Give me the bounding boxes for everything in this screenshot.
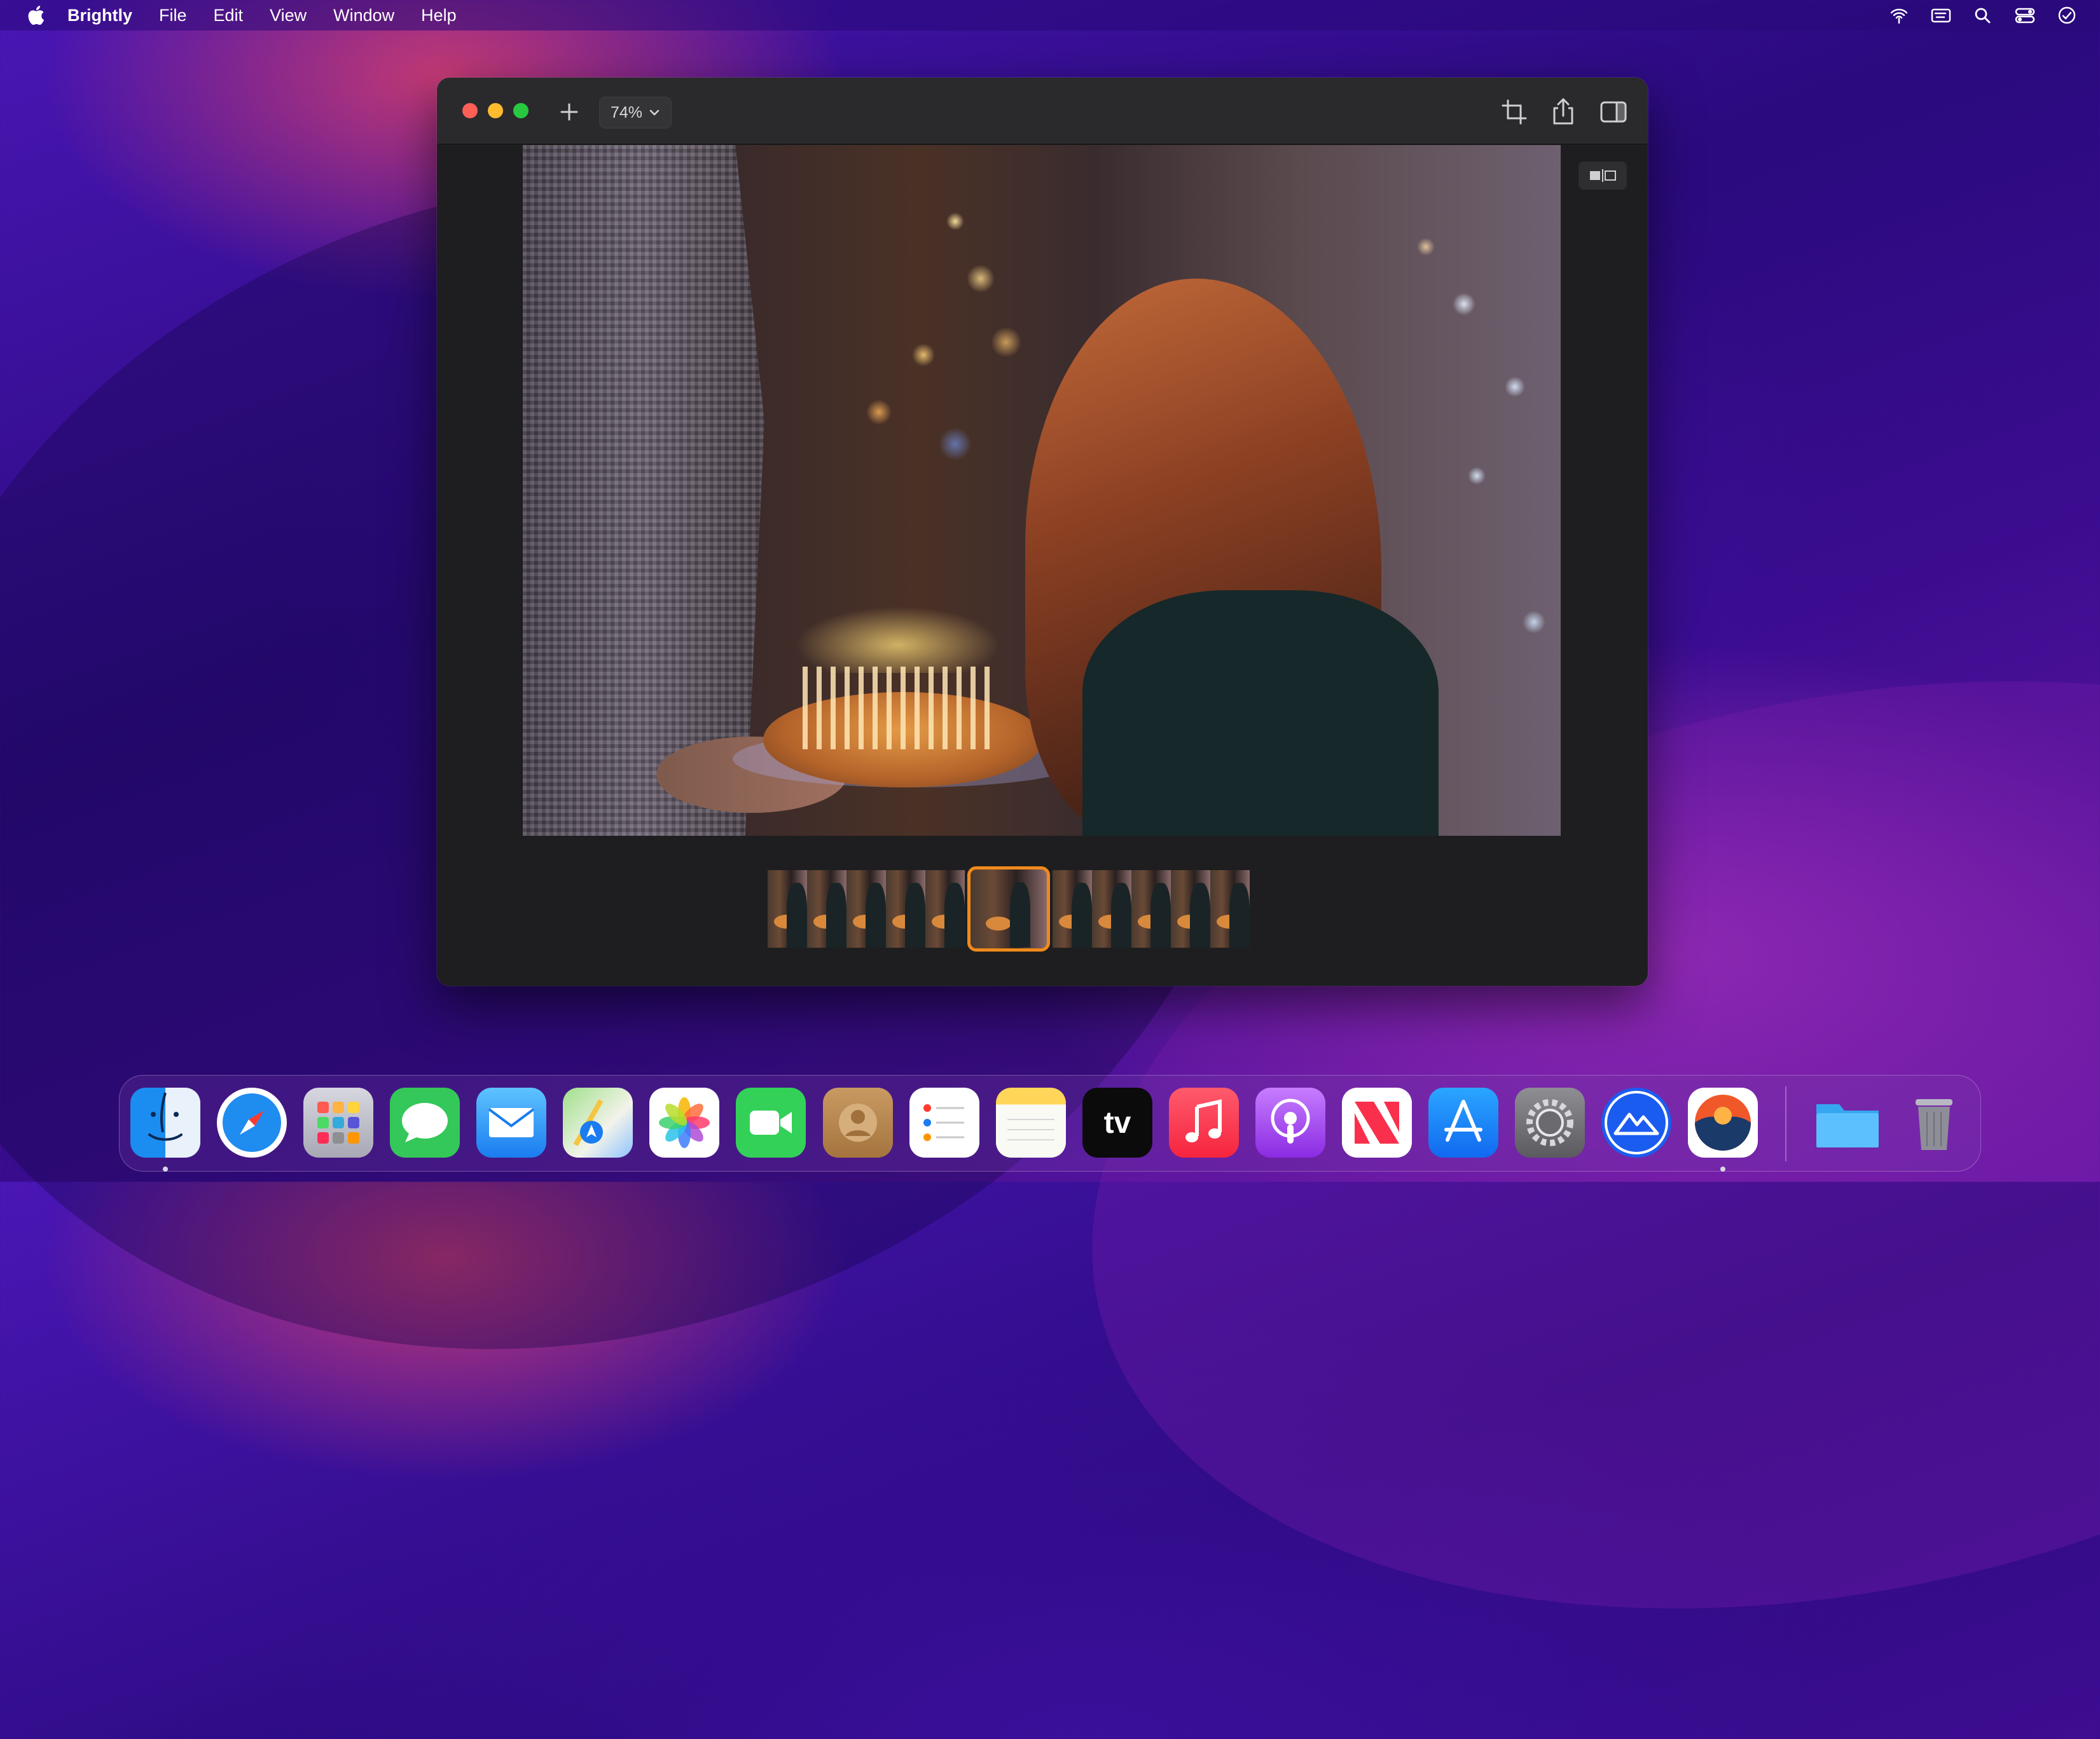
zoom-level-dropdown[interactable]: 74%: [599, 97, 672, 128]
photos-icon: [659, 1097, 710, 1148]
dock-facetime[interactable]: [736, 1088, 806, 1158]
photo-dress: [1082, 590, 1439, 836]
filmstrip-thumbnail[interactable]: [768, 870, 807, 948]
dock-music[interactable]: [1169, 1088, 1239, 1158]
menu-window[interactable]: Window: [333, 6, 394, 25]
filmstrip-thumbnail[interactable]: [886, 870, 925, 948]
photo-candles: [803, 667, 993, 749]
close-window-button[interactable]: [462, 103, 478, 118]
brightly-window: 74%: [437, 78, 1648, 986]
finder-icon: [148, 1092, 183, 1141]
main-photo[interactable]: [523, 145, 1561, 836]
photo-candle-flames: [796, 603, 1000, 673]
launchpad-icon: [317, 1102, 359, 1144]
dock-mail[interactable]: [476, 1088, 546, 1158]
filmstrip-thumbnail[interactable]: [807, 870, 846, 948]
dock-news[interactable]: [1342, 1088, 1412, 1158]
menu-view[interactable]: View: [270, 6, 307, 25]
sunset-icon: [1695, 1095, 1751, 1151]
dock-notes[interactable]: [996, 1088, 1066, 1158]
clock-icon[interactable]: [2055, 6, 2078, 25]
trash-icon: [1916, 1099, 1952, 1150]
dock-reminders[interactable]: [909, 1088, 979, 1158]
reminders-icon: [923, 1104, 964, 1141]
dock-messages[interactable]: [390, 1088, 460, 1158]
dock-brightly[interactable]: [1601, 1088, 1671, 1158]
dock-launchpad[interactable]: [303, 1088, 373, 1158]
crop-button[interactable]: [1498, 95, 1531, 128]
filmstrip-thumbnail[interactable]: [846, 870, 886, 948]
dock-brightly-editor[interactable]: [1688, 1088, 1758, 1158]
dock-podcasts[interactable]: [1255, 1088, 1325, 1158]
zoom-level-value: 74%: [610, 103, 643, 121]
contacts-icon: [839, 1104, 877, 1142]
safari-icon: [223, 1093, 281, 1152]
dock-app-store[interactable]: [1428, 1088, 1498, 1158]
titlebar: 74%: [437, 78, 1648, 144]
menu-app-name[interactable]: Brightly: [67, 6, 132, 25]
gear-icon: [1526, 1099, 1573, 1146]
maps-icon: [573, 1099, 604, 1146]
share-button[interactable]: [1547, 95, 1580, 128]
filmstrip-thumbnail[interactable]: [925, 870, 965, 948]
music-icon: [1185, 1099, 1222, 1142]
sidebar-icon: [1600, 101, 1627, 123]
keyboard-input-icon[interactable]: [1930, 6, 1952, 25]
share-icon: [1553, 98, 1573, 125]
toggle-sidebar-button[interactable]: [1597, 95, 1630, 128]
facetime-icon: [750, 1111, 792, 1135]
running-indicator: [1720, 1167, 1725, 1172]
spotlight-search-icon[interactable]: [1972, 6, 1994, 25]
running-indicator: [163, 1167, 168, 1172]
dock-contacts[interactable]: [823, 1088, 893, 1158]
dock-system-preferences[interactable]: [1515, 1088, 1585, 1158]
photo-subject-man: [523, 145, 764, 836]
brightly-icon: [1605, 1091, 1668, 1154]
chevron-down-icon: [649, 109, 660, 116]
dock-finder[interactable]: [130, 1088, 200, 1158]
zoom-window-button[interactable]: [513, 103, 528, 118]
apple-menu-icon[interactable]: [25, 4, 46, 26]
before-after-compare-button[interactable]: [1578, 162, 1627, 190]
dock-trash[interactable]: [1899, 1088, 1969, 1158]
filmstrip-thumbnail[interactable]: [1210, 870, 1250, 948]
menu-bar: Brightly File Edit View Window Help: [0, 0, 2100, 31]
add-icon[interactable]: [555, 98, 583, 126]
mail-icon: [488, 1108, 535, 1137]
notes-icon: [1007, 1119, 1054, 1140]
filmstrip: [768, 866, 1316, 952]
dock-maps[interactable]: [563, 1088, 633, 1158]
messages-icon: [402, 1103, 448, 1142]
minimize-window-button[interactable]: [488, 103, 503, 118]
wifi-icon[interactable]: [1888, 6, 1910, 25]
filmstrip-thumbnail[interactable]: [1053, 870, 1092, 948]
dock-downloads-folder[interactable]: [1813, 1088, 1882, 1158]
menu-help[interactable]: Help: [421, 6, 457, 25]
app-store-icon: [1444, 1100, 1482, 1142]
menu-file[interactable]: File: [159, 6, 187, 25]
folder-icon: [1816, 1104, 1879, 1147]
crop-icon: [1502, 99, 1527, 125]
menu-edit[interactable]: Edit: [214, 6, 244, 25]
dock-tv[interactable]: tv: [1082, 1088, 1152, 1158]
before-after-compare-icon: [1590, 169, 1616, 182]
filmstrip-thumbnail[interactable]: [1171, 870, 1210, 948]
news-icon: [1355, 1102, 1399, 1144]
dock-separator: [1785, 1086, 1786, 1161]
filmstrip-thumbnail-selected[interactable]: [967, 866, 1050, 952]
dock-safari[interactable]: [217, 1088, 287, 1158]
status-area: [1888, 0, 2078, 31]
filmstrip-thumbnail[interactable]: [1131, 870, 1171, 948]
tv-icon: tv: [1103, 1105, 1131, 1140]
control-center-icon[interactable]: [2014, 6, 2036, 25]
podcasts-icon: [1271, 1098, 1310, 1144]
filmstrip-thumbnail[interactable]: [1092, 870, 1131, 948]
dock-photos[interactable]: [649, 1088, 719, 1158]
